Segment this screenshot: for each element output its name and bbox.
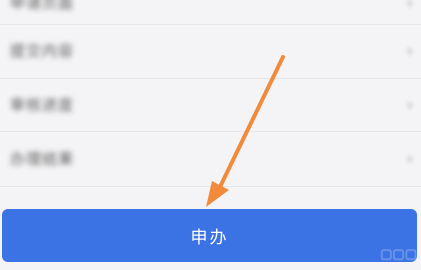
divider (0, 24, 421, 25)
apply-button-label: 申办 (190, 228, 229, 248)
watermark: ▢▢▢ (380, 247, 417, 262)
chevron-right-icon: › (406, 0, 413, 12)
list-item-label: 审核进度 (10, 95, 75, 114)
list-item-label: 办理结果 (10, 149, 75, 168)
list-item[interactable]: 办理结果 › (0, 134, 421, 182)
list-item[interactable]: 提交内容 › (0, 26, 421, 74)
divider (0, 186, 421, 187)
apply-button[interactable]: 申办 (2, 209, 417, 262)
list-item-label: 申请页面 (10, 0, 75, 12)
chevron-right-icon: › (406, 40, 413, 60)
chevron-right-icon: › (406, 148, 413, 168)
divider (0, 78, 421, 79)
list-item[interactable]: 申请页面 › (0, 0, 421, 26)
list-item[interactable]: 审核进度 › (0, 80, 421, 128)
divider (0, 131, 421, 132)
chevron-right-icon: › (406, 94, 413, 114)
list-item-label: 提交内容 (10, 41, 75, 60)
